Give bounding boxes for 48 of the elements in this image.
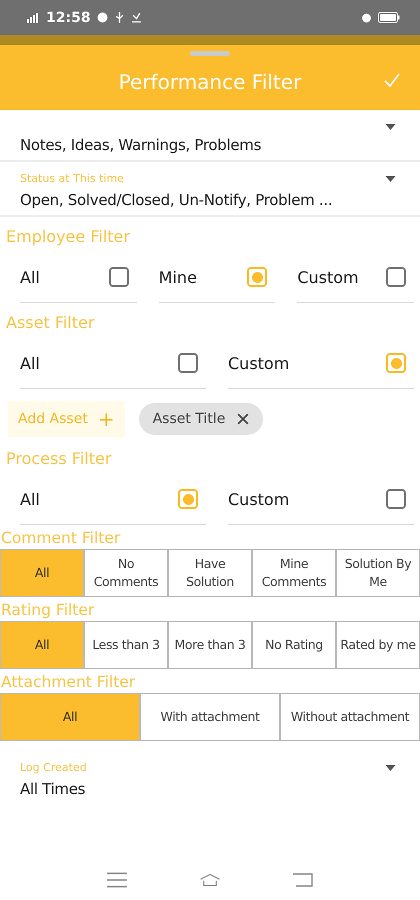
section-title: Attachment Filter	[0, 672, 136, 693]
close-icon[interactable]	[237, 413, 250, 425]
dropdown-field[interactable]: Status at This time Open, Solved/Closed, Un-Notify, Problem ...	[0, 162, 420, 217]
option-label: All	[20, 354, 40, 372]
option-label: Custom	[228, 490, 290, 508]
dropdown-field[interactable]: Log Created All Times	[0, 751, 420, 804]
radio-box[interactable]	[108, 267, 129, 287]
dropdown-field[interactable]: Notes, Ideas, Warnings, Problems	[0, 110, 420, 162]
home-icon[interactable]	[198, 872, 221, 888]
field-value: All Times	[20, 780, 86, 798]
radio-box[interactable]	[178, 489, 198, 509]
signal-icon	[26, 12, 40, 22]
section-title: Process Filter	[5, 448, 112, 470]
section-title: Asset Filter	[5, 312, 96, 334]
field-label: Log Created	[20, 761, 87, 774]
segment-tab[interactable]: All	[1, 694, 139, 740]
caret-icon	[385, 765, 396, 771]
radio-box[interactable]	[386, 489, 406, 509]
caret-icon	[385, 124, 396, 130]
check-icon[interactable]	[384, 73, 400, 87]
usb-icon	[114, 12, 125, 23]
option-label: Custom	[228, 354, 290, 372]
segment-tab[interactable]: All	[1, 550, 83, 596]
download-icon	[130, 12, 142, 23]
chat-icon	[96, 12, 108, 23]
option-label: Custom	[297, 268, 359, 286]
radio-box[interactable]	[247, 267, 268, 287]
section-title: Rating Filter	[0, 600, 96, 621]
drag-handle[interactable]	[190, 51, 230, 56]
header-title: Performance Filter	[118, 70, 302, 94]
radio-box[interactable]	[386, 267, 406, 287]
radio-box[interactable]	[386, 353, 406, 373]
back-icon[interactable]	[292, 872, 314, 888]
asset-chip[interactable]: Asset Title	[138, 403, 264, 435]
clock-time: 12:58	[46, 10, 91, 26]
option-label: All	[20, 268, 40, 286]
option-label: All	[20, 490, 40, 508]
radio-box[interactable]	[178, 353, 198, 373]
caret-icon	[385, 176, 396, 182]
option-label: Mine	[158, 268, 197, 286]
field-value: Open, Solved/Closed, Un-Notify, Problem ...	[20, 191, 334, 209]
menu-icon[interactable]	[106, 872, 128, 888]
battery-icon	[378, 12, 400, 23]
field-value: Notes, Ideas, Warnings, Problems	[20, 136, 262, 154]
segment-tab[interactable]: All	[1, 622, 83, 668]
section-title: Employee Filter	[5, 226, 131, 248]
field-label: Status at This time	[20, 172, 124, 185]
section-title: Comment Filter	[0, 528, 122, 549]
